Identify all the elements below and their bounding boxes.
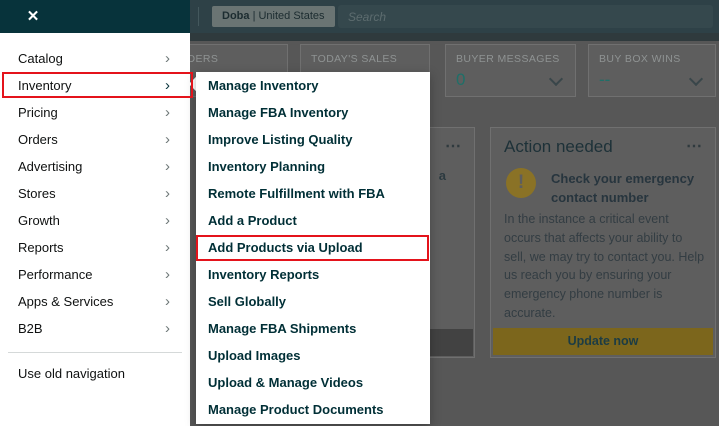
- metric-value-buyer-messages: 0: [456, 70, 466, 89]
- metric-label-todays-sales: TODAY'S SALES: [311, 53, 398, 65]
- flyout-item-manage-inventory[interactable]: Manage Inventory: [196, 72, 430, 99]
- flyout-item-manage-fba-inventory[interactable]: Manage FBA Inventory: [196, 99, 430, 126]
- flyout-item-inventory-reports[interactable]: Inventory Reports: [196, 261, 430, 288]
- flyout-item-remote-fulfillment-fba[interactable]: Remote Fulfillment with FBA: [196, 180, 430, 207]
- chevron-right-icon: ›: [165, 212, 170, 229]
- sidebar-item-growth[interactable]: Growth ›: [0, 207, 190, 234]
- card-body-text: In the instance a critical event occurs …: [504, 212, 705, 320]
- chevron-right-icon: ›: [165, 104, 170, 121]
- sidebar-item-list: Catalog › Inventory › Pricing › Orders › Adv…: [0, 45, 190, 342]
- chevron-right-icon: ›: [165, 77, 170, 94]
- card-title: Action needed: [504, 137, 613, 156]
- account-marketplace-switcher[interactable]: Doba | United States: [212, 6, 335, 27]
- chevron-right-icon: ›: [165, 266, 170, 283]
- sidebar-item-label: Apps & Services: [18, 294, 114, 309]
- chevron-right-icon: ›: [165, 185, 170, 202]
- chevron-right-icon: ›: [165, 320, 170, 337]
- card-partial-text-fragment: a: [438, 168, 446, 183]
- chevron-right-icon: ›: [165, 293, 170, 310]
- update-now-button[interactable]: Update now: [493, 328, 713, 355]
- chevron-down-icon[interactable]: [548, 71, 564, 87]
- account-name: Doba: [222, 10, 250, 22]
- flyout-item-add-products-via-upload[interactable]: Add Products via Upload: [196, 234, 430, 261]
- card-heading: Check your emergency contact number: [551, 171, 695, 205]
- chevron-down-icon[interactable]: [688, 71, 704, 87]
- sidebar-item-label: Reports: [18, 240, 64, 255]
- sidebar-item-reports[interactable]: Reports ›: [0, 234, 190, 261]
- sidebar-item-label: Growth: [18, 213, 60, 228]
- chevron-right-icon: ›: [165, 131, 170, 148]
- close-icon[interactable]: ✕: [22, 0, 44, 33]
- sidebar-item-catalog[interactable]: Catalog ›: [0, 45, 190, 72]
- sidebar-item-orders[interactable]: Orders ›: [0, 126, 190, 153]
- marketplace-name: | United States: [252, 10, 325, 22]
- flyout-item-improve-listing-quality[interactable]: Improve Listing Quality: [196, 126, 430, 153]
- sidebar-item-inventory[interactable]: Inventory ›: [0, 72, 190, 99]
- sidebar-item-label: Advertising: [18, 159, 83, 174]
- subheader-strip: [190, 33, 719, 41]
- warning-icon: !: [506, 168, 536, 198]
- sidebar-item-label: Performance: [18, 267, 93, 282]
- chevron-right-icon: ›: [165, 158, 170, 175]
- sidebar-item-label: Pricing: [18, 105, 58, 120]
- flyout-item-upload-images[interactable]: Upload Images: [196, 342, 430, 369]
- flyout-item-sell-globally[interactable]: Sell Globally: [196, 288, 430, 315]
- flyout-item-upload-manage-videos[interactable]: Upload & Manage Videos: [196, 369, 430, 396]
- metric-card-buy-box-wins: BUY BOX WINS --: [588, 44, 716, 97]
- sidebar-item-label: Catalog: [18, 51, 63, 66]
- header-divider: [198, 7, 199, 26]
- search-box: [338, 5, 713, 28]
- seller-central-screen: ORDERS TODAY'S SALES BUYER MESSAGES 0 BU…: [0, 0, 719, 426]
- chevron-right-icon: ›: [165, 50, 170, 67]
- main-nav-sidebar: Catalog › Inventory › Pricing › Orders › Adv…: [0, 33, 190, 426]
- card-action-needed: Action needed ⋯ ! Check your emergency c…: [490, 127, 716, 358]
- sidebar-item-apps-services[interactable]: Apps & Services ›: [0, 288, 190, 315]
- top-header-dimmed: Doba | United States: [190, 0, 719, 33]
- flyout-item-manage-fba-shipments[interactable]: Manage FBA Shipments: [196, 315, 430, 342]
- use-old-navigation-link[interactable]: Use old navigation: [18, 366, 125, 381]
- metric-label-buyer-messages: BUYER MESSAGES: [456, 53, 560, 65]
- flyout-item-inventory-planning[interactable]: Inventory Planning: [196, 153, 430, 180]
- sidebar-item-label: Stores: [18, 186, 56, 201]
- search-input[interactable]: [338, 5, 713, 28]
- sidebar-item-label: B2B: [18, 321, 43, 336]
- top-header-menu-section: ✕: [0, 0, 190, 33]
- metric-card-buyer-messages: BUYER MESSAGES 0: [445, 44, 576, 97]
- chevron-right-icon: ›: [165, 239, 170, 256]
- flyout-item-manage-product-documents[interactable]: Manage Product Documents: [196, 396, 430, 423]
- inventory-flyout-menu: Manage Inventory Manage FBA Inventory Im…: [196, 72, 430, 424]
- sidebar-item-performance[interactable]: Performance ›: [0, 261, 190, 288]
- metric-value-buy-box-wins: --: [599, 70, 611, 89]
- flyout-item-add-a-product[interactable]: Add a Product: [196, 207, 430, 234]
- sidebar-item-pricing[interactable]: Pricing ›: [0, 99, 190, 126]
- sidebar-item-label: Orders: [18, 132, 58, 147]
- sidebar-divider: [8, 352, 182, 353]
- ellipsis-menu-icon[interactable]: ⋯: [686, 136, 703, 156]
- ellipsis-menu-icon[interactable]: ⋯: [445, 136, 462, 156]
- sidebar-item-stores[interactable]: Stores ›: [0, 180, 190, 207]
- sidebar-item-b2b[interactable]: B2B ›: [0, 315, 190, 342]
- sidebar-item-label: Inventory: [18, 78, 72, 93]
- sidebar-item-advertising[interactable]: Advertising ›: [0, 153, 190, 180]
- metric-label-buy-box-wins: BUY BOX WINS: [599, 53, 681, 65]
